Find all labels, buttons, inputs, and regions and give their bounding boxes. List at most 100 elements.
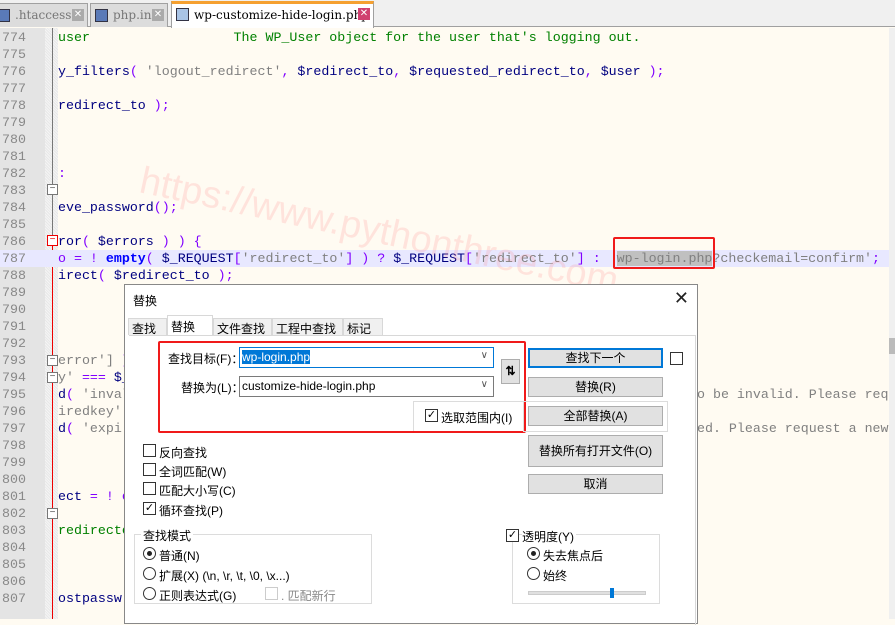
code-token: [ bbox=[465, 251, 474, 266]
dot-newline-checkbox[interactable] bbox=[265, 587, 278, 600]
code-line: 776 y_filters( 'logout_redirect', $redire… bbox=[0, 63, 895, 80]
fold-toggle-icon[interactable]: − bbox=[47, 372, 58, 383]
close-icon[interactable]: ✕ bbox=[674, 288, 689, 309]
line-number: 785 bbox=[2, 217, 26, 232]
close-tab-icon[interactable]: ✕ bbox=[152, 9, 164, 21]
line-number: 795 bbox=[2, 387, 26, 402]
tab-wp-customize-hide-login[interactable]: wp-customize-hide-login.php ✕ bbox=[171, 1, 374, 28]
code-token: $_REQUEST bbox=[161, 251, 234, 266]
slider-thumb[interactable] bbox=[609, 588, 614, 598]
code-token: d bbox=[58, 387, 66, 402]
tab-php-ini[interactable]: php.ini ✕ bbox=[90, 3, 168, 27]
code-line: 782: bbox=[0, 165, 895, 182]
code-token: ); bbox=[640, 64, 665, 79]
scrollbar-thumb[interactable] bbox=[889, 338, 895, 354]
code-token: ( bbox=[81, 234, 98, 249]
tab-label: php.ini bbox=[113, 8, 156, 22]
line-number: 788 bbox=[2, 268, 26, 283]
line-number: 774 bbox=[2, 30, 26, 45]
fold-toggle-icon[interactable]: − bbox=[47, 235, 58, 246]
code-line: 783 bbox=[0, 182, 895, 199]
tab-htaccess[interactable]: .htaccess ✕ bbox=[0, 3, 88, 27]
line-number: 806 bbox=[2, 574, 26, 589]
backward-checkbox[interactable] bbox=[143, 444, 156, 457]
tab-mark[interactable]: 标记 bbox=[343, 318, 383, 336]
save-icon bbox=[95, 9, 108, 22]
code-text: redirecte bbox=[58, 522, 130, 539]
code-token: ( bbox=[97, 268, 114, 283]
on-lose-focus-radio[interactable] bbox=[527, 547, 540, 560]
fold-toggle-icon[interactable]: − bbox=[47, 508, 58, 519]
code-line: 775 bbox=[0, 46, 895, 63]
match-case-label: 匹配大小写(C) bbox=[159, 484, 236, 498]
code-text: y_filters( 'logout_redirect', $redirect_… bbox=[58, 63, 665, 80]
vertical-scrollbar[interactable] bbox=[889, 28, 895, 619]
transparency-checkbox[interactable]: ✓ bbox=[506, 529, 519, 542]
code-token: $user bbox=[600, 64, 641, 79]
tab-replace[interactable]: 替换 bbox=[167, 315, 213, 336]
fold-toggle-icon[interactable]: − bbox=[47, 184, 58, 195]
transparency-slider[interactable] bbox=[528, 588, 646, 598]
code-token: ); bbox=[145, 98, 170, 113]
line-number: 798 bbox=[2, 438, 26, 453]
code-token: ] ) ? bbox=[345, 251, 394, 266]
line-number: 804 bbox=[2, 540, 26, 555]
replace-dialog: 替换 ✕ 查找 替换 文件查找 工程中查找 标记 查找目标(F)： wp-log… bbox=[124, 284, 698, 625]
find-next-button[interactable]: 查找下一个 bbox=[528, 348, 663, 368]
code-token: eve_password bbox=[58, 200, 154, 215]
code-token: empty bbox=[105, 251, 146, 266]
wrap-around-checkbox[interactable]: ✓ bbox=[143, 502, 156, 515]
line-number: 792 bbox=[2, 336, 26, 351]
close-tab-icon[interactable]: ✕ bbox=[358, 8, 370, 20]
code-text: eve_password(); bbox=[58, 199, 178, 216]
code-line: 774 user The WP_User object for the user … bbox=[0, 29, 895, 46]
code-token: $requested_redirect_to bbox=[409, 64, 585, 79]
replace-all-open-files-button[interactable]: 替换所有打开文件(O) bbox=[528, 435, 663, 467]
replace-button[interactable]: 替换(R) bbox=[528, 377, 663, 397]
code-token: $redirect_to bbox=[297, 64, 394, 79]
code-token: ( bbox=[145, 251, 162, 266]
line-number: 790 bbox=[2, 302, 26, 317]
code-line: 780 bbox=[0, 131, 895, 148]
code-token: redirecte bbox=[58, 523, 130, 538]
mode-extended-label: 扩展(X) (\n, \r, \t, \0, \x...) bbox=[159, 569, 290, 583]
tab-label: wp-customize-hide-login.php bbox=[194, 8, 369, 22]
line-number: 787 bbox=[2, 251, 26, 266]
code-text: y' === $_ bbox=[58, 369, 130, 386]
cancel-button[interactable]: 取消 bbox=[528, 474, 663, 494]
mode-extended-radio[interactable] bbox=[143, 567, 156, 580]
line-number: 793 bbox=[2, 353, 26, 368]
tab-find[interactable]: 查找 bbox=[128, 318, 167, 336]
code-line: 781 bbox=[0, 148, 895, 165]
match-case-checkbox[interactable] bbox=[143, 482, 156, 495]
find-next-option-checkbox[interactable] bbox=[670, 352, 683, 365]
line-number: 783 bbox=[2, 183, 26, 198]
code-text: user The WP_User object for the user tha… bbox=[58, 29, 641, 46]
code-line: 784 eve_password(); bbox=[0, 199, 895, 216]
code-text: irect( $redirect_to ); bbox=[58, 267, 234, 284]
code-text: ror( $errors ) ) { bbox=[58, 233, 202, 250]
code-line: 785 bbox=[0, 216, 895, 233]
line-number: 782 bbox=[2, 166, 26, 181]
search-mode-title: 查找模式 bbox=[141, 527, 194, 544]
mode-normal-radio[interactable] bbox=[143, 547, 156, 560]
mode-normal-label: 普通(N) bbox=[159, 549, 200, 563]
line-number: 799 bbox=[2, 455, 26, 470]
backward-label: 反向查找 bbox=[159, 446, 208, 460]
on-lose-focus-label: 失去焦点后 bbox=[543, 549, 604, 563]
tab-find-in-projects[interactable]: 工程中查找 bbox=[272, 318, 343, 336]
whole-word-checkbox[interactable] bbox=[143, 463, 156, 476]
always-label: 始终 bbox=[543, 569, 568, 583]
code-token: ] : bbox=[576, 251, 617, 266]
line-number: 800 bbox=[2, 472, 26, 487]
mode-regex-radio[interactable] bbox=[143, 587, 156, 600]
fold-toggle-icon[interactable]: − bbox=[47, 355, 58, 366]
close-tab-icon[interactable]: ✕ bbox=[72, 9, 84, 21]
code-token: 'logout_redirect' bbox=[145, 64, 282, 79]
tab-find-in-files[interactable]: 文件查找 bbox=[213, 318, 272, 336]
wrap-around-label: 循环查找(P) bbox=[159, 504, 223, 518]
line-number: 802 bbox=[2, 506, 26, 521]
replace-all-button[interactable]: 全部替换(A) bbox=[528, 406, 663, 426]
always-radio[interactable] bbox=[527, 567, 540, 580]
code-line: 787 o = ! empty( $_REQUEST['redirect_to']… bbox=[0, 250, 895, 267]
